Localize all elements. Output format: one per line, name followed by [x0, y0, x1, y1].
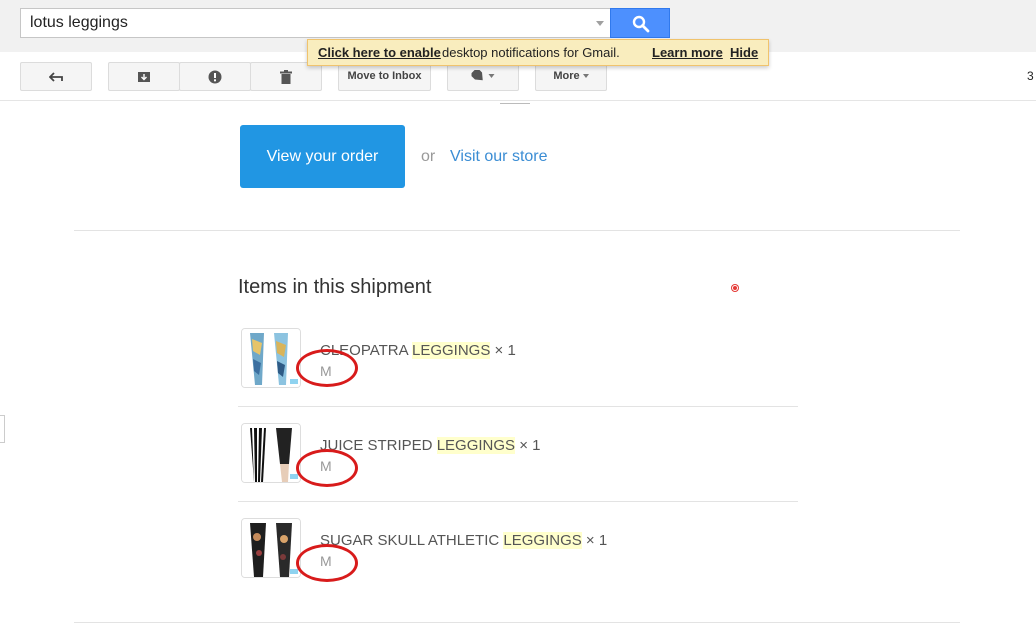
- notification-message: desktop notifications for Gmail.: [442, 45, 620, 60]
- list-item: JUICE STRIPED LEGGINGS × 1 M: [238, 407, 798, 502]
- leggings-image: [242, 424, 300, 482]
- back-arrow-icon: [49, 71, 63, 82]
- clipped-content: [500, 101, 530, 104]
- chevron-down-icon: [488, 74, 495, 79]
- search-highlight: LEGGINGS: [411, 342, 491, 359]
- report-spam-icon: [208, 70, 222, 83]
- email-body: View your order or Visit our store Items…: [0, 101, 1036, 627]
- delete-button[interactable]: [250, 62, 322, 91]
- product-thumbnail[interactable]: [241, 328, 301, 388]
- or-text: or: [421, 148, 436, 165]
- annotation-circle: [296, 544, 358, 582]
- search-button[interactable]: [610, 8, 670, 38]
- more-button[interactable]: More: [535, 62, 607, 91]
- side-panel-handle[interactable]: [0, 415, 5, 443]
- more-label: More: [553, 70, 580, 82]
- label-tag-icon: [470, 67, 483, 81]
- leggings-image: [242, 519, 300, 577]
- archive-icon: [138, 71, 150, 82]
- product-thumbnail[interactable]: [241, 423, 301, 483]
- item-title: SUGAR SKULL ATHLETIC LEGGINGS × 1: [320, 532, 607, 549]
- archive-button[interactable]: [108, 62, 180, 91]
- search-input[interactable]: lotus leggings: [20, 8, 611, 38]
- chevron-down-icon: [582, 74, 589, 79]
- learn-more-link[interactable]: Learn more: [652, 45, 723, 60]
- enable-notifications-link[interactable]: Click here to enable: [318, 45, 441, 60]
- list-item: SUGAR SKULL ATHLETIC LEGGINGS × 1 M: [238, 502, 798, 597]
- visit-store-link[interactable]: Visit our store: [450, 148, 548, 166]
- items-heading: Items in this shipment: [238, 276, 432, 298]
- labels-dropdown: [470, 67, 495, 86]
- labels-button[interactable]: [447, 62, 519, 91]
- item-quantity: × 1: [581, 532, 608, 549]
- report-spam-button[interactable]: [179, 62, 251, 91]
- search-highlight: LEGGINGS: [503, 532, 582, 549]
- search-input-value[interactable]: lotus leggings: [30, 14, 128, 32]
- move-to-inbox-button[interactable]: Move to Inbox: [338, 62, 431, 91]
- list-item: CLEOPATRA LEGGINGS × 1 M: [238, 312, 798, 407]
- annotation-circle: [296, 449, 358, 487]
- view-order-button[interactable]: View your order: [240, 125, 405, 188]
- red-marker-dot: [732, 285, 738, 291]
- search-icon: [632, 15, 650, 33]
- item-quantity: × 1: [515, 437, 541, 454]
- divider: [74, 622, 960, 623]
- item-quantity: × 1: [490, 342, 516, 359]
- search-options-caret-icon[interactable]: [596, 21, 604, 26]
- annotation-circle: [296, 349, 358, 387]
- leggings-image: [242, 329, 300, 387]
- item-name: SUGAR SKULL ATHLETIC: [320, 532, 504, 549]
- notification-banner: Click here to enable desktop notificatio…: [307, 39, 769, 66]
- hide-notification-link[interactable]: Hide: [730, 45, 758, 60]
- message-count: 3: [1027, 69, 1034, 83]
- divider: [74, 230, 960, 231]
- search-highlight: LEGGINGS: [436, 437, 516, 454]
- trash-icon: [280, 69, 292, 84]
- item-title: JUICE STRIPED LEGGINGS × 1: [320, 437, 540, 454]
- product-thumbnail[interactable]: [241, 518, 301, 578]
- back-button[interactable]: [20, 62, 92, 91]
